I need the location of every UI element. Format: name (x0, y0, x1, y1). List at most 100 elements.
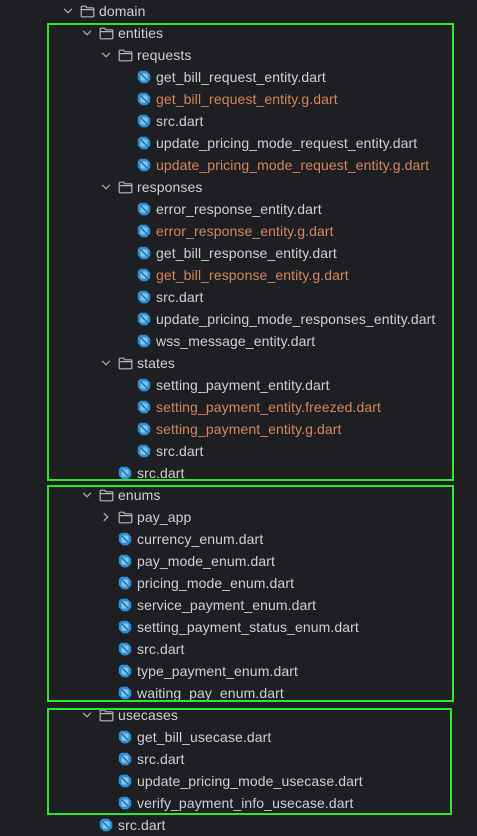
dart-file-icon (136, 66, 152, 88)
file-label: verify_payment_info_usecase.dart (137, 795, 354, 811)
dart-file-icon (117, 660, 133, 682)
chevron-down-icon[interactable] (99, 44, 113, 66)
dart-file-icon (136, 110, 152, 132)
dart-file-icon (117, 748, 133, 770)
tree-file-waiting-pay-enum-dart[interactable]: waiting_pay_enum.dart (0, 682, 477, 704)
tree-folder-entities[interactable]: entities (0, 22, 477, 44)
file-label: update_pricing_mode_usecase.dart (137, 773, 363, 789)
dart-file-icon (117, 550, 133, 572)
dart-file-icon (117, 638, 133, 660)
tree-file-setting-payment-status-enum-dart[interactable]: setting_payment_status_enum.dart (0, 616, 477, 638)
tree-file-update-pricing-mode-usecase-dart[interactable]: update_pricing_mode_usecase.dart (0, 770, 477, 792)
file-label: service_payment_enum.dart (137, 597, 317, 613)
tree-file-update-pricing-mode-responses-entity-dart[interactable]: update_pricing_mode_responses_entity.dar… (0, 308, 477, 330)
tree-folder-states[interactable]: states (0, 352, 477, 374)
dart-file-icon (136, 330, 152, 352)
dart-file-icon (136, 440, 152, 462)
dart-file-icon (117, 726, 133, 748)
tree-file-src-dart[interactable]: src.dart (0, 110, 477, 132)
file-label: wss_message_entity.dart (156, 333, 316, 349)
file-label: pay_mode_enum.dart (137, 553, 275, 569)
tree-file-currency-enum-dart[interactable]: currency_enum.dart (0, 528, 477, 550)
chevron-down-icon[interactable] (80, 704, 94, 726)
chevron-down-icon[interactable] (80, 22, 94, 44)
tree-file-verify-payment-info-usecase-dart[interactable]: verify_payment_info_usecase.dart (0, 792, 477, 814)
file-label: waiting_pay_enum.dart (137, 685, 284, 701)
file-label: src.dart (137, 641, 185, 657)
folder-icon (117, 506, 133, 528)
tree-folder-responses[interactable]: responses (0, 176, 477, 198)
chevron-down-icon[interactable] (61, 0, 75, 22)
file-label: get_bill_usecase.dart (137, 729, 272, 745)
tree-file-update-pricing-mode-request-entity-g-dart[interactable]: update_pricing_mode_request_entity.g.dar… (0, 154, 477, 176)
file-label: setting_payment_entity.g.dart (156, 421, 342, 437)
tree-file-type-payment-enum-dart[interactable]: type_payment_enum.dart (0, 660, 477, 682)
folder-icon (117, 352, 133, 374)
file-label: type_payment_enum.dart (137, 663, 298, 679)
tree-file-pricing-mode-enum-dart[interactable]: pricing_mode_enum.dart (0, 572, 477, 594)
dart-file-icon (136, 396, 152, 418)
folder-icon (98, 704, 114, 726)
tree-file-src-dart[interactable]: src.dart (0, 638, 477, 660)
file-label: get_bill_request_entity.dart (156, 69, 326, 85)
tree-folder-pay-app[interactable]: pay_app (0, 506, 477, 528)
file-label: setting_payment_entity.freezed.dart (156, 399, 382, 415)
dart-file-icon (136, 88, 152, 110)
tree-file-wss-message-entity-dart[interactable]: wss_message_entity.dart (0, 330, 477, 352)
tree-file-get-bill-request-entity-dart[interactable]: get_bill_request_entity.dart (0, 66, 477, 88)
file-label: update_pricing_mode_request_entity.g.dar… (156, 157, 430, 173)
file-label: src.dart (137, 751, 185, 767)
folder-icon (79, 0, 95, 22)
chevron-down-icon[interactable] (99, 352, 113, 374)
dart-file-icon (136, 220, 152, 242)
tree-file-setting-payment-entity-freezed-dart[interactable]: setting_payment_entity.freezed.dart (0, 396, 477, 418)
dart-file-icon (117, 572, 133, 594)
dart-file-icon (136, 242, 152, 264)
tree-file-update-pricing-mode-request-entity-dart[interactable]: update_pricing_mode_request_entity.dart (0, 132, 477, 154)
tree-file-setting-payment-entity-g-dart[interactable]: setting_payment_entity.g.dart (0, 418, 477, 440)
chevron-right-icon[interactable] (99, 506, 113, 528)
dart-file-icon (117, 682, 133, 704)
tree-folder-requests[interactable]: requests (0, 44, 477, 66)
project-file-tree: src.dart verify_payment_info_usecase.dart… (0, 0, 477, 836)
tree-file-src-dart[interactable]: src.dart (0, 748, 477, 770)
tree-folder-usecases[interactable]: usecases (0, 704, 477, 726)
tree-file-get-bill-response-entity-g-dart[interactable]: get_bill_response_entity.g.dart (0, 264, 477, 286)
dart-file-icon (136, 132, 152, 154)
folder-label: requests (137, 47, 192, 63)
tree-file-service-payment-enum-dart[interactable]: service_payment_enum.dart (0, 594, 477, 616)
dart-file-icon (136, 264, 152, 286)
chevron-down-icon[interactable] (99, 176, 113, 198)
file-label: src.dart (118, 817, 166, 833)
tree-file-pay-mode-enum-dart[interactable]: pay_mode_enum.dart (0, 550, 477, 572)
tree-folder-enums[interactable]: enums (0, 484, 477, 506)
tree-file-src-dart[interactable]: src.dart (0, 286, 477, 308)
folder-label: pay_app (137, 509, 192, 525)
file-label: src.dart (156, 289, 204, 305)
tree-file-error-response-entity-g-dart[interactable]: error_response_entity.g.dart (0, 220, 477, 242)
tree-file-get-bill-response-entity-dart[interactable]: get_bill_response_entity.dart (0, 242, 477, 264)
tree-folder-domain[interactable]: domain (0, 0, 477, 22)
tree-file-get-bill-request-entity-g-dart[interactable]: get_bill_request_entity.g.dart (0, 88, 477, 110)
dart-file-icon (117, 594, 133, 616)
tree-file-src-dart[interactable]: src.dart (0, 814, 477, 836)
file-label: get_bill_response_entity.dart (156, 245, 337, 261)
tree-file-setting-payment-entity-dart[interactable]: setting_payment_entity.dart (0, 374, 477, 396)
folder-label: entities (118, 25, 164, 41)
folder-icon (117, 176, 133, 198)
dart-file-icon (136, 418, 152, 440)
file-label: update_pricing_mode_request_entity.dart (156, 135, 418, 151)
folder-label: responses (137, 179, 203, 195)
tree-file-src-dart[interactable]: src.dart (0, 440, 477, 462)
file-label: setting_payment_status_enum.dart (137, 619, 359, 635)
tree-file-get-bill-usecase-dart[interactable]: get_bill_usecase.dart (0, 726, 477, 748)
file-label: src.dart (156, 113, 204, 129)
file-label: error_response_entity.dart (156, 201, 322, 217)
file-label: pricing_mode_enum.dart (137, 575, 295, 591)
file-label: update_pricing_mode_responses_entity.dar… (156, 311, 436, 327)
chevron-down-icon[interactable] (80, 484, 94, 506)
tree-file-src-dart[interactable]: src.dart (0, 462, 477, 484)
tree-file-error-response-entity-dart[interactable]: error_response_entity.dart (0, 198, 477, 220)
dart-file-icon (98, 814, 114, 836)
folder-label: states (137, 355, 175, 371)
